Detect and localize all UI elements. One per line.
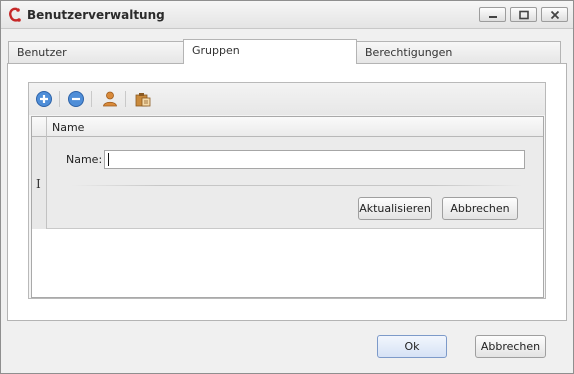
tab-benutzer[interactable]: Benutzer: [8, 41, 184, 63]
minimize-button[interactable]: [479, 7, 506, 22]
column-header-name[interactable]: Name: [52, 121, 84, 134]
ok-button[interactable]: Ok: [377, 335, 447, 358]
groups-grid: Name I Name: Aktualisieren Abbrechen: [31, 116, 544, 298]
maximize-button[interactable]: [510, 7, 537, 22]
text-cursor-icon: I: [36, 177, 41, 191]
row-indicator-header: [32, 117, 47, 137]
name-label: Name:: [66, 153, 103, 166]
close-button[interactable]: [541, 7, 568, 22]
minimize-icon: [489, 16, 497, 18]
tab-control: Benutzer Gruppen Berechtigungen Name I N…: [7, 39, 567, 321]
remove-circle-icon[interactable]: [67, 90, 85, 108]
tab-label: Berechtigungen: [365, 46, 453, 59]
add-circle-icon[interactable]: [35, 90, 53, 108]
cancel-edit-button[interactable]: Abbrechen: [442, 197, 518, 220]
form-divider: [72, 185, 522, 186]
tab-gruppen[interactable]: Gruppen: [183, 39, 357, 64]
toolbar-separator: [91, 91, 92, 107]
text-caret: [108, 153, 109, 166]
clipboard-icon[interactable]: [134, 90, 152, 108]
cancel-button[interactable]: Abbrechen: [475, 335, 546, 358]
groups-tab-panel: Name I Name: Aktualisieren Abbrechen: [7, 63, 567, 321]
tab-berechtigungen[interactable]: Berechtigungen: [356, 41, 561, 63]
dialog-footer: Ok Abbrechen: [1, 321, 573, 373]
tab-label: Gruppen: [192, 44, 240, 57]
groups-grid-frame: Name I Name: Aktualisieren Abbrechen: [28, 82, 546, 299]
app-logo-icon: [9, 7, 21, 22]
close-icon: [550, 10, 560, 20]
grid-header: Name: [32, 117, 543, 137]
row-indicator[interactable]: I: [32, 137, 47, 229]
window-title: Benutzerverwaltung: [27, 8, 165, 22]
toolbar-separator: [59, 91, 60, 107]
name-input[interactable]: [104, 150, 525, 169]
toolbar-separator: [125, 91, 126, 107]
update-button[interactable]: Aktualisieren: [358, 197, 432, 220]
user-management-window: Benutzerverwaltung Benutzer Gruppen Bere…: [0, 0, 574, 374]
inline-edit-form: I Name: Aktualisieren Abbrechen: [32, 137, 543, 229]
maximize-icon: [519, 10, 529, 20]
tab-label: Benutzer: [17, 46, 67, 59]
title-bar[interactable]: Benutzerverwaltung: [1, 1, 573, 29]
grid-toolbar: [29, 83, 545, 115]
user-icon[interactable]: [101, 90, 119, 108]
